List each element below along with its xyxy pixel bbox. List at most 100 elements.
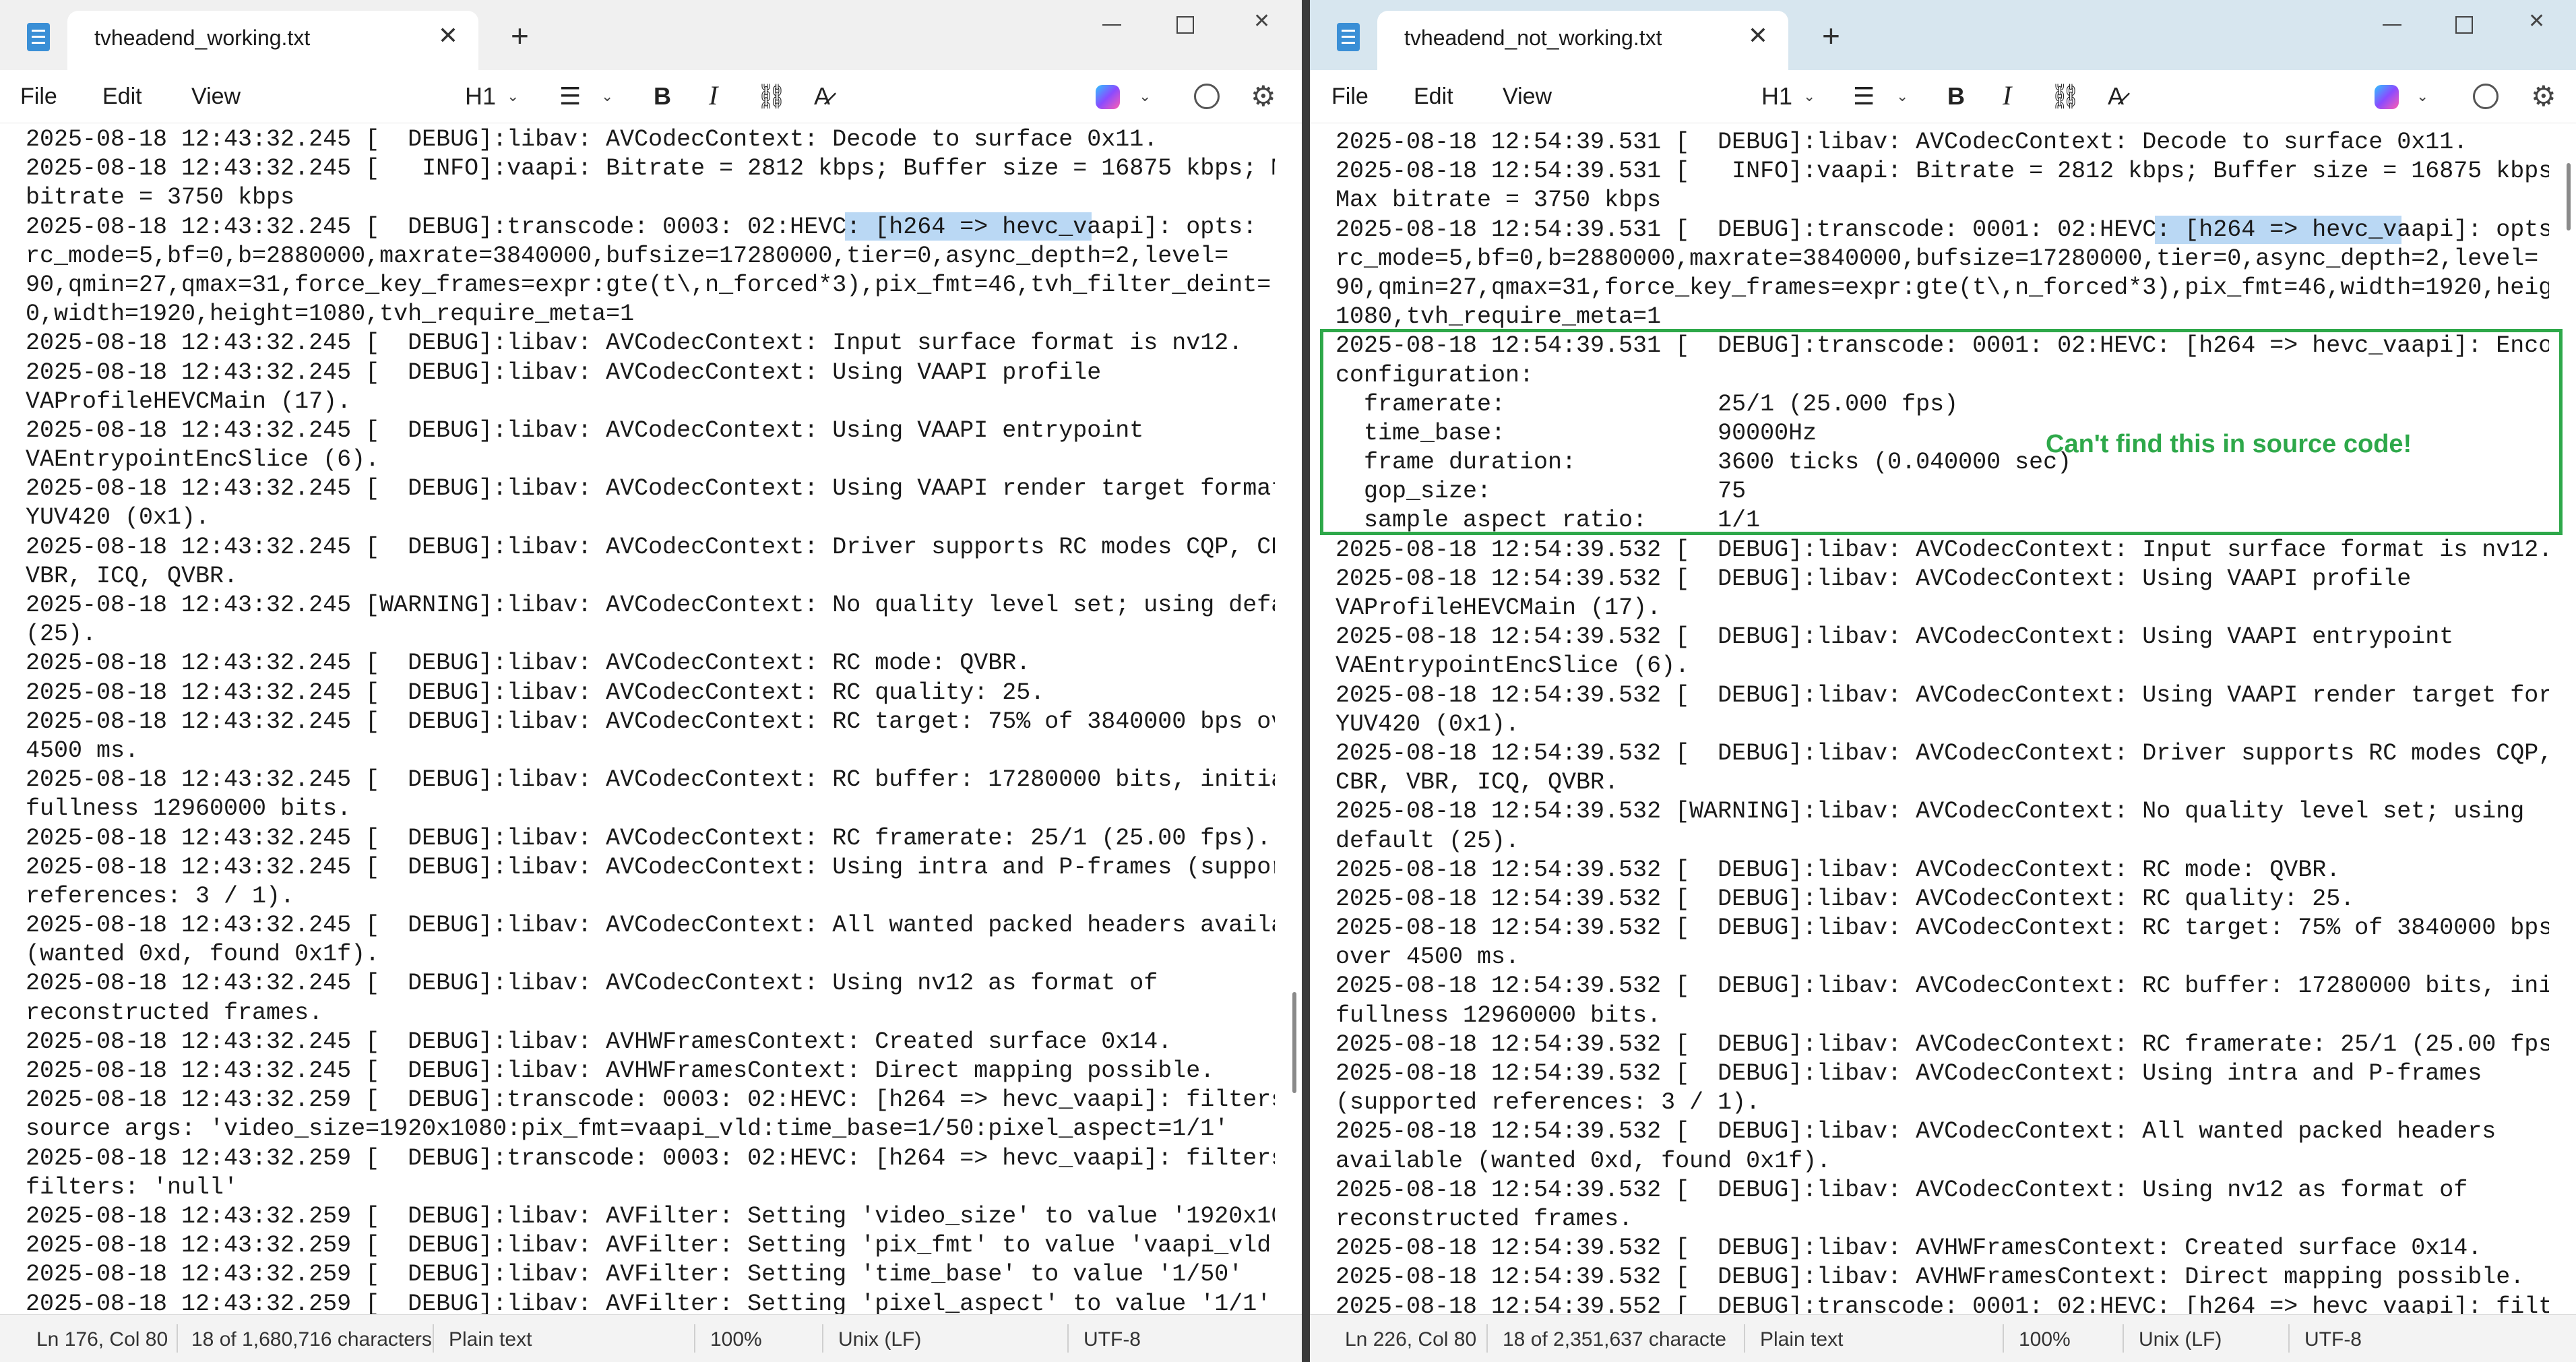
- gear-icon[interactable]: ⚙: [2531, 80, 2556, 113]
- status-encoding: UTF-8: [2304, 1328, 2362, 1351]
- notepad-app-icon: [27, 23, 50, 51]
- menu-edit[interactable]: Edit: [102, 84, 142, 110]
- text-line: 2025-08-18 12:54:39.532 [ DEBUG]:libav: …: [1336, 1118, 2496, 1146]
- status-format: Plain text: [449, 1328, 532, 1351]
- status-divider: [1067, 1324, 1069, 1353]
- maximize-button[interactable]: [1176, 16, 1194, 34]
- menu-file[interactable]: File: [1331, 84, 1369, 110]
- close-window-button[interactable]: ✕: [2528, 9, 2545, 33]
- list-icon[interactable]: ☰: [559, 82, 581, 111]
- chevron-down-icon[interactable]: ⌄: [2416, 88, 2428, 105]
- minimize-button[interactable]: [1102, 24, 1121, 26]
- text-line: reconstructed frames.: [26, 999, 323, 1026]
- text-line: 2025-08-18 12:43:32.245 [ DEBUG]:libav: …: [26, 766, 1275, 794]
- menu-view[interactable]: View: [1503, 84, 1552, 110]
- bold-icon[interactable]: B: [1947, 82, 1965, 111]
- italic-icon[interactable]: I: [2003, 80, 2011, 111]
- text-line: 2025-08-18 12:54:39.532 [ DEBUG]:libav: …: [1336, 623, 2454, 651]
- chevron-down-icon[interactable]: ⌄: [1896, 88, 1908, 105]
- text-line: 2025-08-18 12:54:39.532 [ DEBUG]:libav: …: [1336, 1060, 2482, 1087]
- scrollbar-thumb[interactable]: [1292, 992, 1296, 1093]
- text-line: 2025-08-18 12:43:32.259 [ DEBUG]:libav: …: [26, 1261, 1243, 1289]
- chevron-down-icon[interactable]: ⌄: [1139, 88, 1151, 105]
- status-zoom[interactable]: 100%: [710, 1328, 762, 1351]
- status-zoom[interactable]: 100%: [2019, 1328, 2071, 1351]
- new-tab-button[interactable]: +: [1822, 20, 1840, 51]
- chevron-down-icon[interactable]: ⌄: [601, 88, 613, 105]
- text-line: 2025-08-18 12:54:39.531 [ DEBUG]:transco…: [1336, 216, 2549, 243]
- close-icon[interactable]: ✕: [438, 22, 458, 50]
- text-line: reconstructed frames.: [1336, 1205, 1633, 1233]
- clear-formatting-icon[interactable]: A̷: [814, 82, 830, 111]
- menu-view[interactable]: View: [191, 84, 241, 110]
- text-line: 2025-08-18 12:54:39.532 [ DEBUG]:libav: …: [1336, 1264, 2525, 1291]
- text-line: 2025-08-18 12:43:32.259 [ DEBUG]:libav: …: [26, 1202, 1275, 1230]
- text-line: 2025-08-18 12:54:39.532 [ DEBUG]:libav: …: [1336, 972, 2549, 1000]
- status-format: Plain text: [1760, 1328, 1844, 1351]
- text-line: 2025-08-18 12:43:32.245 [ DEBUG]:libav: …: [26, 533, 1275, 561]
- text-line: 2025-08-18 12:43:32.245 [ DEBUG]:libav: …: [26, 475, 1275, 503]
- copilot-icon[interactable]: [2375, 85, 2399, 109]
- new-tab-button[interactable]: +: [511, 20, 529, 51]
- text-line: 90,qmin=27,qmax=31,force_key_frames=expr…: [1336, 274, 2549, 301]
- text-line: 2025-08-18 12:43:32.245 [ DEBUG]:libav: …: [26, 708, 1275, 735]
- text-editor[interactable]: Can't find this in source code! 2025-08-…: [1310, 123, 2576, 1314]
- text-line: 2025-08-18 12:54:39.532 [ DEBUG]:libav: …: [1336, 681, 2549, 709]
- chevron-down-icon[interactable]: ⌄: [507, 88, 519, 105]
- text-line: 2025-08-18 12:43:32.245 [ INFO]:vaapi: B…: [26, 155, 1275, 183]
- tab-not-working[interactable]: tvheadend_not_working.txt ✕: [1377, 11, 1788, 70]
- link-icon[interactable]: ⛓: [2050, 82, 2081, 111]
- link-icon[interactable]: ⛓: [756, 82, 787, 111]
- scrollbar-thumb[interactable]: [2567, 163, 2571, 230]
- maximize-button[interactable]: [2455, 16, 2473, 34]
- text-line: VAProfileHEVCMain (17).: [1336, 594, 1662, 621]
- status-position: Ln 226, Col 80: [1345, 1328, 1477, 1351]
- text-line: time_base: 90000Hz: [1336, 419, 1817, 447]
- heading-dropdown[interactable]: H1: [1761, 82, 1792, 111]
- text-line: 2025-08-18 12:43:32.245 [ DEBUG]:libav: …: [26, 416, 1144, 444]
- italic-icon[interactable]: I: [709, 80, 718, 111]
- text-line: rc_mode=5,bf=0,b=2880000,maxrate=3840000…: [1336, 245, 2539, 272]
- status-divider: [2123, 1324, 2124, 1353]
- text-line: references: 3 / 1).: [26, 882, 295, 910]
- heading-dropdown[interactable]: H1: [465, 82, 496, 111]
- text-line: 2025-08-18 12:54:39.532 [ DEBUG]:libav: …: [1336, 1176, 2468, 1204]
- status-position: Ln 176, Col 80: [36, 1328, 168, 1351]
- status-divider: [1486, 1324, 1488, 1353]
- text-line: 90,qmin=27,qmax=31,force_key_frames=expr…: [26, 271, 1271, 299]
- text-line: sample aspect ratio: 1/1: [1336, 507, 1761, 534]
- text-line: 4500 ms.: [26, 737, 139, 764]
- text-line: (supported references: 3 / 1).: [1336, 1089, 1761, 1117]
- menu-file[interactable]: File: [20, 84, 57, 110]
- tab-working[interactable]: tvheadend_working.txt ✕: [67, 11, 478, 70]
- text-line: 2025-08-18 12:54:39.532 [ DEBUG]:libav: …: [1336, 856, 2341, 884]
- minimize-button[interactable]: [2383, 24, 2401, 26]
- text-line: 2025-08-18 12:43:32.245 [ DEBUG]:libav: …: [26, 126, 1158, 153]
- status-divider: [2003, 1324, 2004, 1353]
- window-gap: [1302, 0, 1310, 1362]
- text-line: 2025-08-18 12:43:32.259 [ DEBUG]:libav: …: [26, 1232, 1275, 1260]
- text-line: 2025-08-18 12:43:32.245 [WARNING]:libav:…: [26, 592, 1275, 619]
- text-line: 2025-08-18 12:43:32.245 [ DEBUG]:transco…: [26, 213, 1257, 241]
- text-line: 2025-08-18 12:43:32.245 [ DEBUG]:libav: …: [26, 853, 1275, 881]
- menu-edit[interactable]: Edit: [1414, 84, 1453, 110]
- text-line: 2025-08-18 12:54:39.532 [ DEBUG]:libav: …: [1336, 536, 2549, 563]
- title-bar: tvheadend_working.txt ✕ + ✕: [0, 0, 1302, 70]
- close-window-button[interactable]: ✕: [1253, 9, 1270, 33]
- text-line: 2025-08-18 12:43:32.245 [ DEBUG]:libav: …: [26, 330, 1243, 357]
- text-line: YUV420 (0x1).: [1336, 710, 1520, 738]
- gear-icon[interactable]: ⚙: [1251, 80, 1276, 113]
- text-line: VAEntrypointEncSlice (6).: [1336, 652, 1690, 680]
- bold-icon[interactable]: B: [654, 82, 671, 111]
- text-editor[interactable]: 2025-08-18 12:43:32.245 [ DEBUG]:libav: …: [0, 123, 1302, 1314]
- account-avatar-icon[interactable]: [2473, 84, 2499, 109]
- text-line: 2025-08-18 12:43:32.259 [ DEBUG]:libav: …: [26, 1290, 1271, 1315]
- close-icon[interactable]: ✕: [1748, 22, 1768, 50]
- text-line: 2025-08-18 12:43:32.245 [ DEBUG]:libav: …: [26, 1028, 1172, 1055]
- text-line: Max bitrate = 3750 kbps: [1336, 187, 1662, 214]
- account-avatar-icon[interactable]: [1194, 84, 1220, 109]
- clear-formatting-icon[interactable]: A̷: [2108, 82, 2124, 111]
- chevron-down-icon[interactable]: ⌄: [1803, 88, 1815, 105]
- list-icon[interactable]: ☰: [1853, 82, 1875, 111]
- copilot-icon[interactable]: [1096, 85, 1120, 109]
